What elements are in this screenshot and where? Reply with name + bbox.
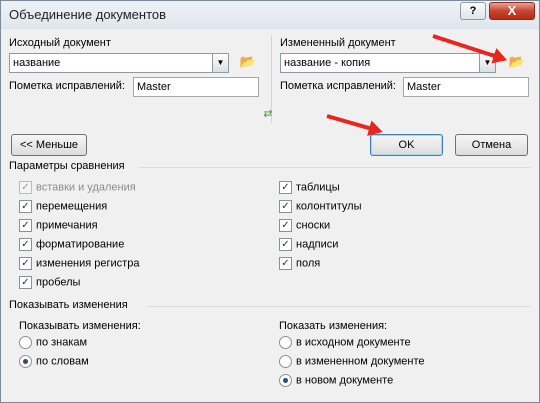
checkbox-textboxes[interactable]: ✓ надписи	[279, 238, 338, 252]
original-document-combo[interactable]: название ▼	[9, 53, 229, 73]
radio-dot-icon	[279, 336, 292, 349]
checkmark-icon: ✓	[19, 200, 32, 213]
radio-dot-icon	[279, 355, 292, 368]
comparison-separator	[139, 167, 531, 168]
checkmark-icon: ✓	[279, 238, 292, 251]
original-document-label: Исходный документ	[9, 37, 111, 49]
folder-open-icon[interactable]: 📂	[237, 53, 259, 73]
radio-by-word[interactable]: по словам	[19, 355, 89, 369]
show-changes-target-label: Показать изменения:	[279, 320, 388, 332]
revised-marking-input[interactable]: Master	[403, 77, 529, 97]
radio-dot-icon	[19, 355, 32, 368]
checkbox-moves[interactable]: ✓ перемещения	[19, 200, 107, 214]
checkbox-comments[interactable]: ✓ примечания	[19, 219, 98, 233]
original-marking-label: Пометка исправлений:	[9, 80, 125, 92]
title-bar: Объединение документов ? X	[1, 1, 539, 29]
radio-revised-document[interactable]: в измененном документе	[279, 355, 424, 369]
radio-by-character[interactable]: по знакам	[19, 336, 87, 350]
checkbox-headers-footers[interactable]: ✓ колонтитулы	[279, 200, 361, 214]
revised-document-value: название - копия	[284, 57, 371, 69]
checkmark-icon: ✓	[279, 181, 292, 194]
checkbox-white-space[interactable]: ✓ пробелы	[19, 276, 80, 290]
original-marking-input[interactable]: Master	[133, 77, 259, 97]
less-button[interactable]: << Меньше	[11, 134, 87, 156]
comparison-settings-title: Параметры сравнения	[9, 160, 125, 172]
checkmark-icon: ✓	[19, 238, 32, 251]
checkbox-fields[interactable]: ✓ поля	[279, 257, 320, 271]
help-button[interactable]: ?	[460, 2, 486, 20]
original-document-value: название	[13, 57, 61, 69]
checkbox-formatting[interactable]: ✓ форматирование	[19, 238, 124, 252]
checkmark-icon: ✓	[19, 219, 32, 232]
folder-open-icon[interactable]: 📂	[506, 53, 528, 73]
radio-original-document[interactable]: в исходном документе	[279, 336, 411, 350]
checkbox-insertions-deletions: ✓ вставки и удаления	[19, 181, 136, 195]
radio-dot-icon	[19, 336, 32, 349]
revised-document-label: Измененный документ	[280, 37, 396, 49]
checkmark-icon: ✓	[19, 257, 32, 270]
radio-dot-icon	[279, 374, 292, 387]
checkmark-icon: ✓	[279, 200, 292, 213]
chevron-down-icon[interactable]: ▼	[212, 54, 228, 72]
checkmark-icon: ✓	[19, 276, 32, 289]
show-changes-title: Показывать изменения	[9, 299, 128, 311]
revised-document-combo[interactable]: название - копия ▼	[280, 53, 496, 73]
checkbox-tables[interactable]: ✓ таблицы	[279, 181, 340, 195]
radio-new-document[interactable]: в новом документе	[279, 374, 393, 388]
show-changes-level-label: Показывать изменения:	[19, 320, 141, 332]
revised-marking-label: Пометка исправлений:	[280, 80, 396, 92]
swap-arrows-icon[interactable]: ⇄	[259, 109, 277, 125]
merge-documents-dialog: Объединение документов ? X Исходный доку…	[0, 0, 540, 403]
checkmark-icon: ✓	[19, 181, 32, 194]
checkbox-case-changes[interactable]: ✓ изменения регистра	[19, 257, 139, 271]
window-title: Объединение документов	[9, 7, 167, 22]
checkbox-footnotes[interactable]: ✓ сноски	[279, 219, 330, 233]
close-button[interactable]: X	[489, 2, 535, 20]
annotation-arrow-ok	[326, 114, 372, 131]
checkmark-icon: ✓	[279, 219, 292, 232]
show-changes-separator	[147, 306, 531, 307]
cancel-button[interactable]: Отмена	[455, 134, 528, 156]
checkmark-icon: ✓	[279, 257, 292, 270]
